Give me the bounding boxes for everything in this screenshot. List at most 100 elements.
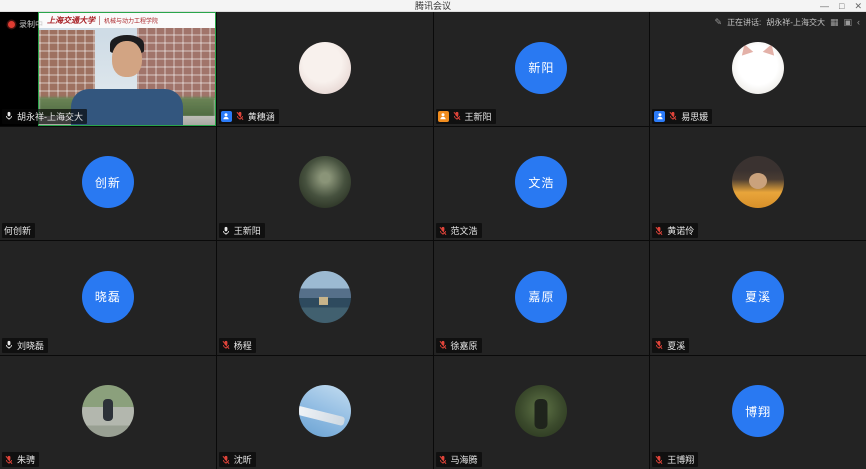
speaking-name: 胡永祥-上海交大 (766, 17, 825, 28)
avatar-initials: 晓磊 (82, 271, 134, 323)
window-title: 腾讯会议 (415, 0, 451, 12)
participant-label: 朱骋 (2, 452, 39, 467)
maximize-button[interactable]: □ (839, 0, 844, 12)
avatar-initials-text: 创新 (95, 174, 121, 191)
avatar-initials-text: 夏溪 (745, 288, 771, 305)
avatar-initials: 新阳 (515, 42, 567, 94)
layout-grid-icon[interactable]: ▦ (830, 18, 839, 27)
person-badge-icon (439, 112, 447, 120)
avatar-photo-landscape (299, 271, 351, 323)
window-titlebar: 腾讯会议 — □ ✕ (0, 0, 866, 12)
participant-name: 黄穗涵 (248, 110, 275, 123)
participant-name: 范文浩 (451, 224, 478, 237)
participant-tile[interactable]: 晓磊 刘晓磊 (0, 241, 216, 355)
participant-label: 胡永祥-上海交大 (2, 109, 87, 124)
participant-label: 王博翔 (652, 452, 698, 467)
mic-muted-icon (221, 340, 231, 350)
participant-name: 马海腾 (451, 453, 478, 466)
mic-muted-icon (654, 455, 664, 465)
avatar-initials: 文浩 (515, 156, 567, 208)
mic-muted-icon (221, 455, 231, 465)
collapse-arrow-icon[interactable]: ‹ (857, 18, 860, 27)
layout-speaker-icon[interactable]: ▣ (843, 18, 852, 27)
participant-name: 杨程 (234, 339, 252, 352)
participant-tile[interactable]: 博翔 王博翔 (650, 356, 866, 469)
participant-label: 马海腾 (436, 452, 482, 467)
avatar-initials: 博翔 (732, 385, 784, 437)
participant-tile[interactable]: 文浩 范文浩 (434, 127, 650, 241)
participant-label: 杨程 (219, 338, 256, 353)
avatar-photo-airplane (299, 385, 351, 437)
participant-tile[interactable]: 创新 何创新 (0, 127, 216, 241)
avatar-initials: 夏溪 (732, 271, 784, 323)
participant-grid: 上海交通大学 机械与动力工程学院 胡永祥-上海交大 黄穗涵 新阳 王新阳 (0, 12, 866, 469)
avatar-initials: 嘉原 (515, 271, 567, 323)
recording-indicator[interactable]: 录制中 (8, 19, 43, 30)
mic-on-icon (4, 111, 14, 121)
mic-muted-icon (654, 340, 664, 350)
avatar-initials-text: 晓磊 (95, 288, 121, 305)
participant-tile[interactable]: 马海腾 (434, 356, 650, 469)
participant-tile[interactable]: 杨程 (217, 241, 433, 355)
avatar-initials: 创新 (82, 156, 134, 208)
participant-name: 徐嘉原 (451, 339, 478, 352)
participant-label: 夏溪 (652, 338, 689, 353)
recording-dot-icon (8, 21, 15, 28)
mic-muted-icon (438, 455, 448, 465)
participant-label: 王新阳 (436, 109, 496, 124)
participant-name: 刘晓磊 (17, 339, 44, 352)
speaking-indicator: ✎ 正在讲话: 胡永祥-上海交大 ▦ ▣ ‹ (715, 17, 860, 28)
mic-muted-icon (654, 226, 664, 236)
mic-muted-icon (438, 226, 448, 236)
avatar-photo-portrait-dark (299, 156, 351, 208)
participant-tile[interactable]: 易思媛 (650, 12, 866, 126)
participant-tile[interactable]: 夏溪 夏溪 (650, 241, 866, 355)
speaking-prefix: 正在讲话: (727, 17, 761, 28)
participant-label: 刘晓磊 (2, 338, 48, 353)
minimize-button[interactable]: — (820, 0, 829, 12)
recording-label: 录制中 (19, 19, 43, 30)
participant-tile[interactable]: 新阳 王新阳 (434, 12, 650, 126)
participant-label: 何创新 (2, 223, 35, 238)
participant-tile[interactable]: 沈昕 (217, 356, 433, 469)
mic-muted-icon (4, 455, 14, 465)
participant-tile[interactable]: 黄穗涵 (217, 12, 433, 126)
annotation-icon[interactable]: ✎ (715, 18, 723, 27)
participant-name: 王新阳 (234, 224, 261, 237)
participant-tile[interactable]: 朱骋 (0, 356, 216, 469)
department-name: 机械与动力工程学院 (104, 16, 158, 25)
participant-name: 何创新 (4, 224, 31, 237)
participant-tile[interactable]: 黄诺伶 (650, 127, 866, 241)
avatar-photo-cat (732, 42, 784, 94)
person-badge-icon (656, 112, 664, 120)
avatar-photo-cyclist (82, 385, 134, 437)
participant-name: 沈昕 (234, 453, 252, 466)
participant-label: 易思媛 (652, 109, 712, 124)
avatar-initials-text: 博翔 (745, 403, 771, 420)
close-button[interactable]: ✕ (854, 0, 862, 12)
participant-name: 易思媛 (681, 110, 708, 123)
mic-muted-icon (235, 111, 245, 121)
participant-name: 黄诺伶 (667, 224, 694, 237)
participant-label: 徐嘉原 (436, 338, 482, 353)
mic-on-icon (4, 340, 14, 350)
avatar-photo-child (732, 156, 784, 208)
participant-label: 王新阳 (219, 223, 265, 238)
mic-muted-icon (438, 340, 448, 350)
mic-muted-icon (668, 111, 678, 121)
host-badge (438, 111, 449, 122)
university-logo: 上海交通大学 (47, 15, 95, 26)
speaker-body (71, 89, 183, 125)
participant-tile[interactable]: 王新阳 (217, 127, 433, 241)
avatar-photo-outdoor (515, 385, 567, 437)
participant-label: 范文浩 (436, 223, 482, 238)
participant-tile[interactable]: 嘉原 徐嘉原 (434, 241, 650, 355)
participant-label: 黄诺伶 (652, 223, 698, 238)
participant-name: 王新阳 (465, 110, 492, 123)
participant-name: 朱骋 (17, 453, 35, 466)
speaker-face (112, 41, 142, 77)
cohost-badge (221, 111, 232, 122)
university-banner: 上海交通大学 机械与动力工程学院 (39, 13, 215, 28)
mic-on-icon (221, 226, 231, 236)
banner-divider (99, 16, 100, 25)
